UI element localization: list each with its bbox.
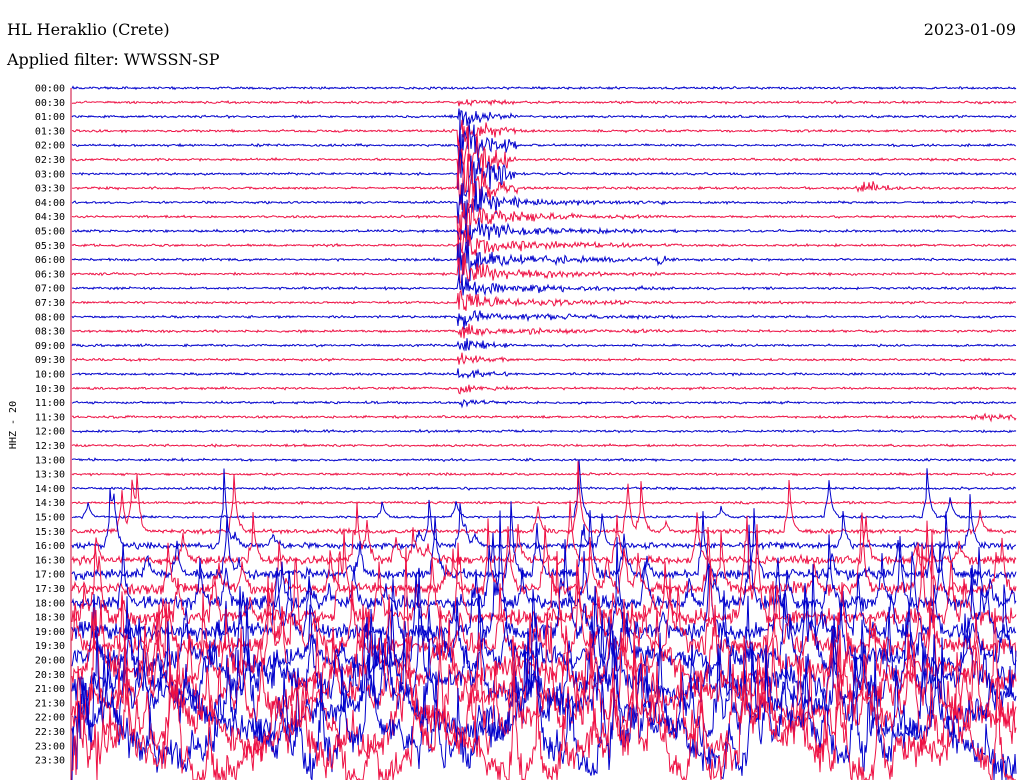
time-tick-label: 20:00 <box>35 656 65 667</box>
time-tick-label: 16:00 <box>35 541 65 552</box>
seismogram-trace <box>71 442 1017 449</box>
time-tick-label: 04:00 <box>35 198 65 209</box>
time-tick-label: 16:30 <box>35 555 65 566</box>
time-tick-label: 09:00 <box>35 341 65 352</box>
seismogram-trace <box>71 512 1017 597</box>
time-tick-label: 19:00 <box>35 627 65 638</box>
time-tick-label: 19:30 <box>35 641 65 652</box>
seismogram-trace <box>71 468 1017 551</box>
time-tick-label: 08:30 <box>35 327 65 338</box>
time-tick-label: 14:30 <box>35 498 65 509</box>
seismogram-trace <box>71 153 1017 210</box>
time-tick-label: 22:00 <box>35 713 65 724</box>
time-tick-label: 02:00 <box>35 141 65 152</box>
helicorder-plot: 00:00 00:30 01:00 01:30 02:00 02:30 03:00 03:30… <box>8 84 1017 780</box>
time-tick-label: 04:30 <box>35 212 65 223</box>
time-tick-label: 14:00 <box>35 484 65 495</box>
time-tick-label: 20:30 <box>35 670 65 681</box>
time-tick-label: 09:30 <box>35 355 65 366</box>
time-tick-label: 21:30 <box>35 698 65 709</box>
time-tick-label: 03:30 <box>35 184 65 195</box>
time-tick-label: 17:00 <box>35 570 65 581</box>
time-tick-label: 06:30 <box>35 269 65 280</box>
seismogram-trace <box>71 501 1017 582</box>
time-tick-label: 02:30 <box>35 155 65 166</box>
time-tick-label: 03:00 <box>35 169 65 180</box>
seismogram-trace <box>71 274 1017 297</box>
seismogram-trace <box>71 471 1017 477</box>
time-tick-label: 15:00 <box>35 513 65 524</box>
seismogram-trace <box>71 500 1017 506</box>
seismogram-trace <box>71 288 1017 311</box>
time-tick-label: 10:30 <box>35 384 65 395</box>
seismogram-trace <box>71 217 1017 245</box>
time-tick-label: 08:00 <box>35 312 65 323</box>
time-tick-label: 00:00 <box>35 84 65 95</box>
time-tick-label: 13:00 <box>35 455 65 466</box>
time-tick-label: 22:30 <box>35 727 65 738</box>
time-tick-label: 11:00 <box>35 398 65 409</box>
seismogram-trace <box>71 125 1017 174</box>
seismogram-trace <box>71 515 1017 627</box>
time-tick-label: 13:30 <box>35 470 65 481</box>
time-tick-label: 11:30 <box>35 412 65 423</box>
time-tick-label: 12:30 <box>35 441 65 452</box>
time-tick-label: 05:30 <box>35 241 65 252</box>
time-tick-label: 23:00 <box>35 741 65 752</box>
time-tick-label: 21:00 <box>35 684 65 695</box>
seismogram-trace <box>71 338 1017 352</box>
seismogram-traces <box>71 85 1017 780</box>
seismogram-trace <box>71 524 1017 612</box>
time-axis-labels: 00:00 00:30 01:00 01:30 02:00 02:30 03:00 03:30… <box>35 84 65 767</box>
channel-label: HHZ - 20 <box>8 401 19 449</box>
time-tick-label: 01:00 <box>35 112 65 123</box>
seismogram-trace <box>71 384 1017 395</box>
seismogram-trace <box>71 98 1017 107</box>
seismogram-trace <box>71 368 1017 379</box>
time-tick-label: 00:30 <box>35 98 65 109</box>
time-tick-label: 15:30 <box>35 527 65 538</box>
seismogram-trace <box>71 412 1017 423</box>
time-tick-label: 06:00 <box>35 255 65 266</box>
time-tick-label: 23:30 <box>35 756 65 767</box>
seismogram-trace <box>71 352 1017 365</box>
time-tick-label: 07:00 <box>35 284 65 295</box>
time-tick-label: 10:00 <box>35 370 65 381</box>
time-tick-label: 17:30 <box>35 584 65 595</box>
seismogram-trace <box>71 310 1017 330</box>
seismogram-trace <box>71 461 1017 536</box>
time-tick-label: 07:30 <box>35 298 65 309</box>
seismogram-trace <box>71 398 1017 409</box>
seismogram-trace <box>71 197 1017 245</box>
seismogram-trace <box>71 119 1017 147</box>
time-tick-label: 01:30 <box>35 126 65 137</box>
time-tick-label: 12:00 <box>35 427 65 438</box>
time-tick-label: 05:00 <box>35 227 65 238</box>
time-tick-label: 18:30 <box>35 613 65 624</box>
seismogram-trace <box>71 428 1017 434</box>
seismogram-trace <box>71 85 1017 91</box>
seismogram-trace <box>71 457 1017 463</box>
seismogram-trace <box>71 108 1017 126</box>
seismogram-trace <box>71 485 1017 491</box>
time-tick-label: 18:00 <box>35 598 65 609</box>
seismogram-trace <box>71 251 1017 286</box>
seismogram-trace <box>71 323 1017 339</box>
seismogram-trace <box>71 115 1017 178</box>
